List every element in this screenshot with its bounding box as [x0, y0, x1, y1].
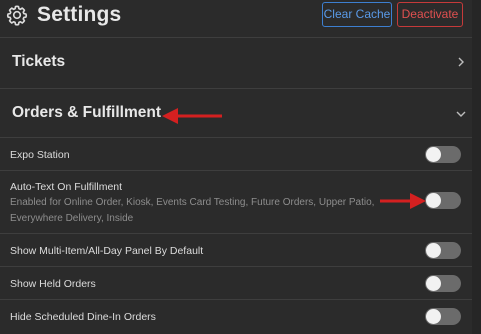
divider — [0, 137, 472, 138]
hide-scheduled-dine-in-toggle[interactable] — [425, 308, 461, 325]
toggle-knob — [426, 309, 441, 324]
toggle-knob — [426, 276, 441, 291]
settings-page: Settings Clear Cache Deactivate Tickets … — [0, 0, 481, 334]
clear-cache-button[interactable]: Clear Cache — [322, 2, 392, 27]
setting-label: Auto-Text On Fulfillment — [10, 181, 123, 193]
setting-label: Hide Scheduled Dine-In Orders — [10, 311, 156, 323]
divider — [0, 170, 472, 171]
setting-label: Show Multi-Item/All-Day Panel By Default — [10, 245, 204, 257]
divider — [0, 37, 472, 38]
deactivate-button[interactable]: Deactivate — [397, 2, 463, 27]
annotation-arrow-right — [380, 193, 426, 209]
header: Settings Clear Cache Deactivate — [0, 0, 481, 34]
auto-text-toggle[interactable] — [425, 192, 461, 209]
held-orders-toggle[interactable] — [425, 275, 461, 292]
setting-label: Show Held Orders — [10, 278, 96, 290]
divider — [0, 299, 472, 300]
section-title-orders: Orders & Fulfillment — [12, 104, 161, 121]
divider — [0, 233, 472, 234]
setting-description: Enabled for Online Order, Kiosk, Events … — [10, 197, 375, 224]
setting-label: Expo Station — [10, 149, 70, 161]
scrollbar-track[interactable] — [472, 0, 481, 334]
divider — [0, 266, 472, 267]
multi-item-panel-toggle[interactable] — [425, 242, 461, 259]
gear-icon — [6, 5, 28, 26]
chevron-right-icon[interactable] — [456, 57, 466, 67]
toggle-knob — [426, 147, 441, 162]
expo-station-toggle[interactable] — [425, 146, 461, 163]
page-title: Settings — [37, 3, 122, 26]
divider — [0, 88, 472, 89]
toggle-knob — [426, 193, 441, 208]
toggle-knob — [426, 243, 441, 258]
annotation-arrow-left — [162, 108, 222, 124]
section-title-tickets: Tickets — [12, 53, 66, 70]
chevron-down-icon[interactable] — [456, 109, 466, 119]
